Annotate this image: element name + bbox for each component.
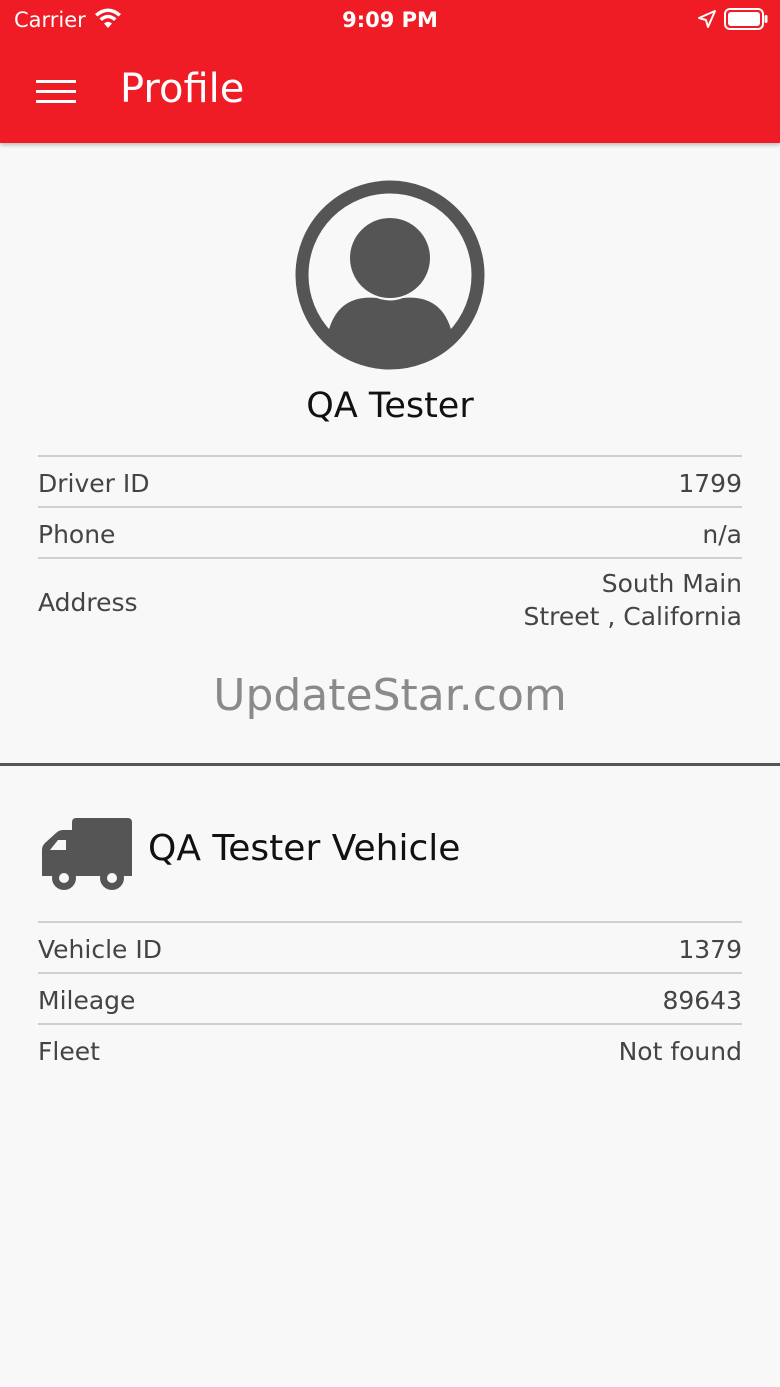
section-divider (0, 763, 780, 766)
mileage-label: Mileage (38, 986, 136, 1015)
driver-id-label: Driver ID (38, 469, 150, 498)
mileage-row: Mileage 89643 (38, 972, 742, 1023)
driver-id-row: Driver ID 1799 (38, 455, 742, 506)
watermark-text: UpdateStar.com (213, 670, 567, 721)
driver-name: QA Tester (306, 386, 474, 426)
driver-id-value: 1799 (678, 469, 742, 498)
address-row: Address South Main Street , California (38, 557, 742, 647)
status-bar: Carrier 9:09 PM (0, 0, 780, 40)
app-header: Carrier 9:09 PM Profile (0, 0, 780, 143)
phone-row: Phone n/a (38, 506, 742, 557)
location-arrow-icon (698, 10, 716, 28)
phone-value: n/a (702, 520, 742, 549)
vehicle-id-label: Vehicle ID (38, 935, 162, 964)
phone-label: Phone (38, 520, 116, 549)
address-value-line1: South Main (601, 569, 742, 598)
fleet-label: Fleet (38, 1037, 100, 1066)
mileage-value: 89643 (662, 986, 742, 1015)
hamburger-menu-icon[interactable] (30, 72, 82, 112)
fleet-value: Not found (618, 1037, 742, 1066)
address-value-line2: Street , California (523, 602, 742, 631)
fleet-row: Fleet Not found (38, 1023, 742, 1074)
status-time: 9:09 PM (342, 8, 438, 32)
vehicle-title: QA Tester Vehicle (148, 828, 461, 869)
page-title: Profile (120, 66, 245, 112)
vehicle-id-value: 1379 (678, 935, 742, 964)
truck-icon (42, 818, 132, 890)
user-avatar-icon (295, 180, 485, 370)
address-label: Address (38, 588, 138, 617)
vehicle-id-row: Vehicle ID 1379 (38, 921, 742, 972)
battery-icon (724, 8, 768, 30)
